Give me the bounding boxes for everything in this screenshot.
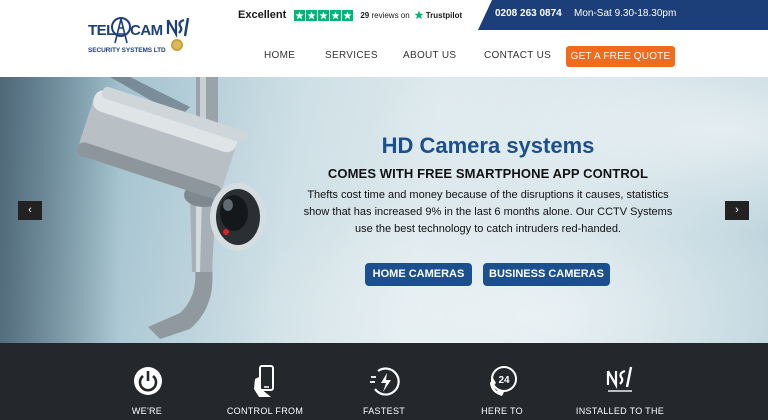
trustpilot-review-count: 29 reviews on: [360, 11, 409, 20]
cctv-camera-image: [77, 77, 266, 339]
contact-bar-slant: [478, 0, 492, 30]
feature-label: HERE TO: [481, 406, 523, 416]
review-count-number: 29: [360, 10, 370, 20]
nav-home[interactable]: HOME: [264, 50, 295, 61]
24-hour-phone-icon: 24: [490, 366, 517, 396]
antenna-mast-icon: [111, 17, 131, 44]
business-cameras-button[interactable]: BUSINESS CAMERAS: [483, 263, 610, 286]
chevron-left-icon: ‹: [28, 204, 32, 216]
star-icon: [306, 9, 318, 21]
smartphone-hand-icon: [254, 365, 274, 397]
logo-word-cam: CAM: [130, 22, 163, 39]
hero-description: Thefts cost time and money because of th…: [303, 189, 673, 235]
nav-contact-us[interactable]: CONTACT US: [484, 50, 551, 61]
hero-subtitle: COMES WITH FREE SMARTPHONE APP CONTROL: [327, 166, 649, 181]
home-cameras-button[interactable]: HOME CAMERAS: [365, 263, 472, 286]
feature-label: WE'RE: [131, 406, 163, 416]
star-icon: [342, 9, 354, 21]
opening-hours: Mon-Sat 9.30-18.30pm: [574, 8, 677, 19]
feature-label: FASTEST: [362, 406, 406, 416]
star-icon: [330, 9, 342, 21]
nsi-gold-badge-icon: [166, 17, 190, 51]
nsi-approved-icon: [606, 366, 633, 392]
trustpilot-widget[interactable]: Excellent 29 reviews on Trustpilot: [238, 8, 462, 22]
star-icon: [318, 9, 330, 21]
hero-slider: HD Camera systems COMES WITH FREE SMARTP…: [0, 77, 768, 343]
nav-about-us[interactable]: ABOUT US: [403, 50, 456, 61]
trustpilot-rating-word: Excellent: [238, 9, 287, 21]
star-icon: [294, 9, 306, 21]
trustpilot-stars: [294, 9, 354, 21]
slider-prev-button[interactable]: ‹: [18, 201, 42, 220]
feature-item: 24 HERE TO: [442, 343, 562, 420]
nav-services[interactable]: SERVICES: [325, 50, 378, 61]
feature-label: INSTALLED TO THE: [575, 406, 665, 416]
feature-item: INSTALLED TO THE: [560, 343, 680, 420]
trustpilot-star-icon: [414, 10, 424, 20]
trustpilot-brand: Trustpilot: [425, 10, 463, 20]
feature-item: FASTEST: [324, 343, 444, 420]
chevron-right-icon: ›: [735, 204, 739, 216]
fast-clock-icon: [370, 367, 400, 396]
feature-item: WE'RE: [87, 343, 207, 420]
free-quote-button[interactable]: GET A FREE QUOTE: [566, 46, 675, 67]
power-icon: [134, 367, 162, 395]
svg-text:24: 24: [498, 375, 510, 386]
slider-next-button[interactable]: ›: [725, 201, 749, 220]
phone-number[interactable]: 0208 263 0874: [495, 8, 562, 19]
features-strip: WE'RE CONTROL FROM FASTEST 24 HERE TO IN…: [0, 343, 768, 420]
hero-title: HD Camera systems: [381, 133, 595, 158]
site-header: TEL CAM SECURITY SYSTEMS LTD Excellent 2…: [0, 0, 768, 77]
feature-label: CONTROL FROM: [226, 406, 304, 416]
review-count-text: reviews on: [371, 10, 410, 20]
feature-item: CONTROL FROM: [205, 343, 325, 420]
logo-tagline: SECURITY SYSTEMS LTD: [88, 47, 166, 54]
